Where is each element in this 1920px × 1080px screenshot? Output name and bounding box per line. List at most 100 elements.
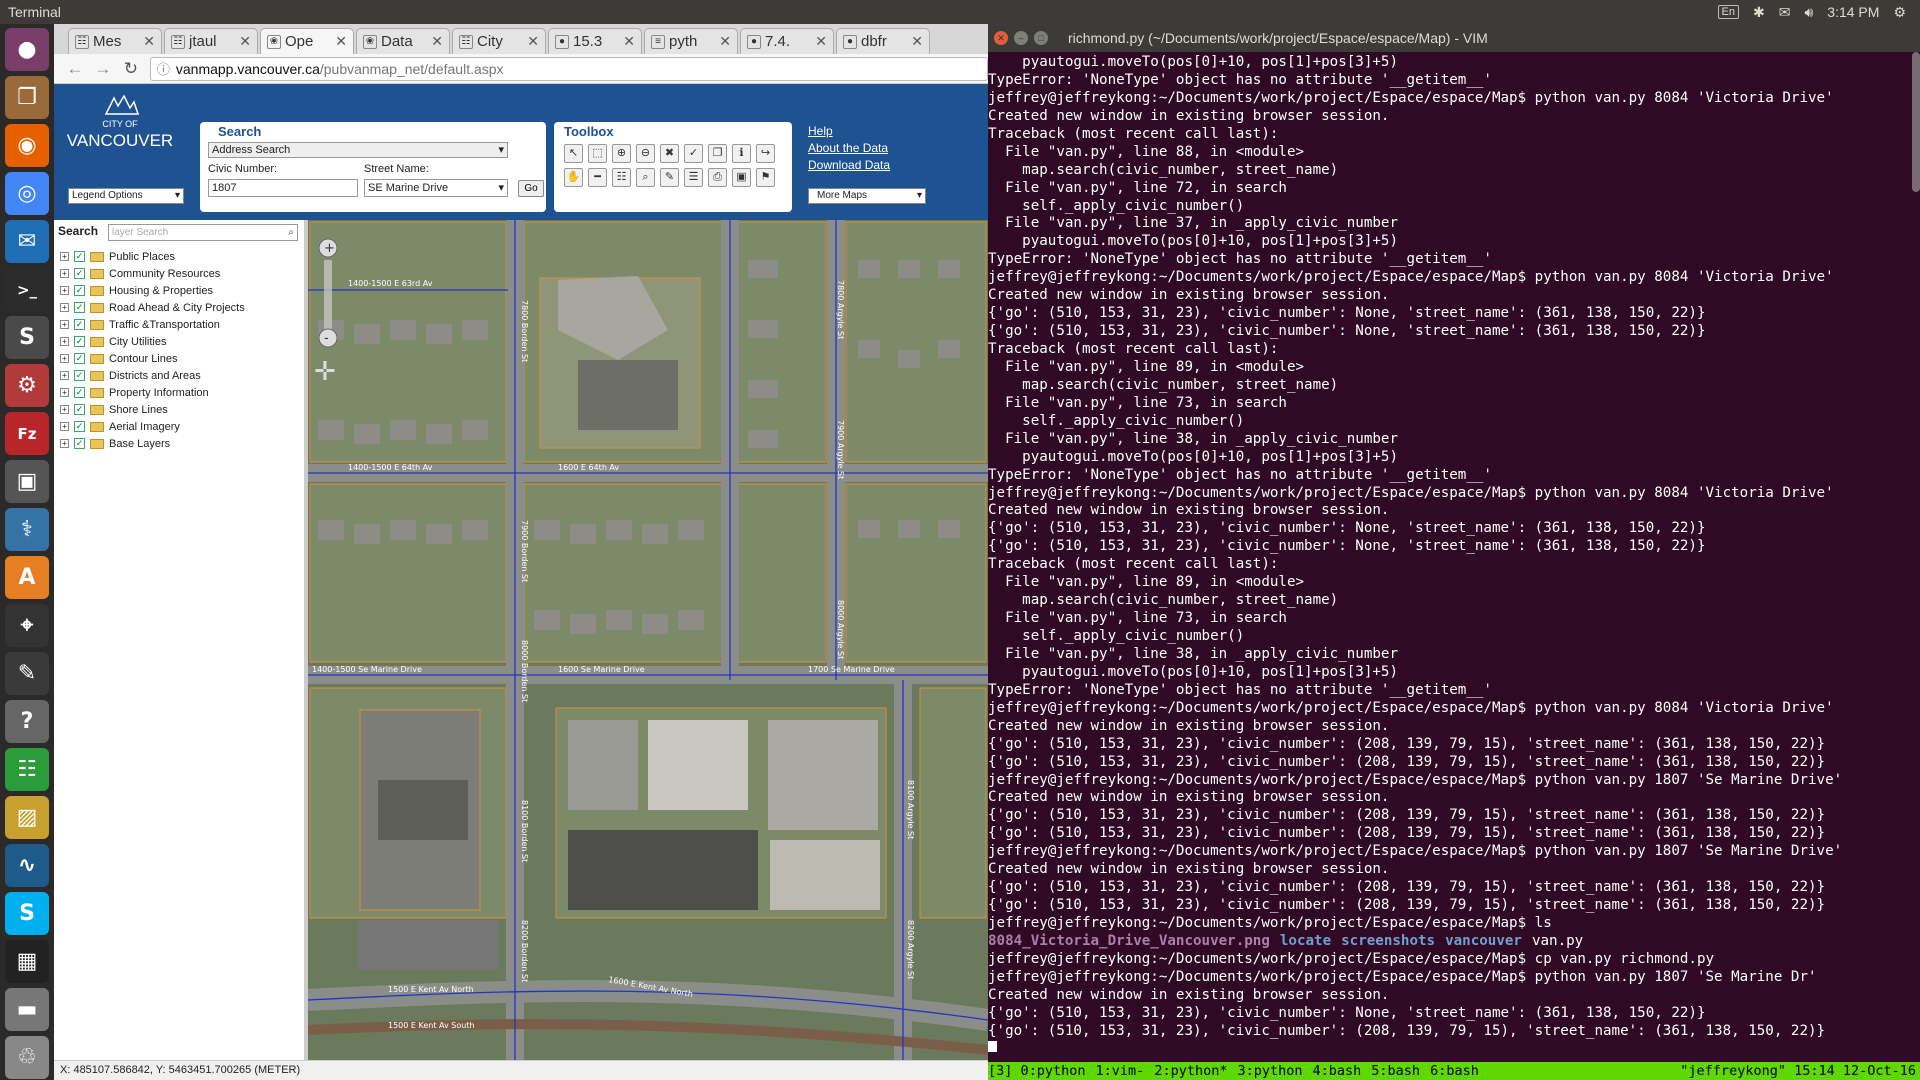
expand-plus-icon[interactable]: + [60,320,69,329]
layer-search-input[interactable]: layer Search ⌕ [108,224,298,241]
ubuntu-icon[interactable]: ● [5,28,49,71]
terminal-scrollbar[interactable] [1912,52,1920,192]
civic-number-input[interactable]: 1807 [208,179,358,197]
tab-close-icon[interactable]: ✕ [239,33,251,50]
zoom-box-icon[interactable]: ⬚ [588,144,607,163]
settings-icon[interactable]: ⚙ [5,364,49,407]
magnifier-icon[interactable]: ⌕ [288,225,294,240]
terminal-prompt-line[interactable] [988,1041,1920,1052]
download-data-link[interactable]: Download Data [808,158,890,172]
layer-item[interactable]: + ✓ City Utilities [60,335,245,348]
tab-close-icon[interactable]: ✕ [431,33,443,50]
layer-item[interactable]: + ✓ Base Layers [60,437,245,450]
address-bar[interactable]: ⓘ vanmapp.vancouver.ca/pubvanmap_net/def… [149,56,988,81]
sublime-icon[interactable]: S [5,316,49,359]
layer-checkbox[interactable]: ✓ [74,251,85,262]
table-icon[interactable]: ☷ [612,168,631,187]
copy-icon[interactable]: ❐ [708,144,727,163]
more-maps-select[interactable]: More Maps ▾ [808,188,926,204]
legend-options-select[interactable]: Legend Options ▾ [68,188,184,204]
software-icon[interactable]: A [5,556,49,599]
expand-plus-icon[interactable]: + [60,405,69,414]
aerial-map[interactable]: + - ✛ 1400-1500 E 63rd Av 1400-1500 E 64t… [308,220,988,1060]
tab-close-icon[interactable]: ✕ [911,33,923,50]
clock[interactable]: 3:14 PM [1827,4,1879,20]
tab-close-icon[interactable]: ✕ [719,33,731,50]
layer-item[interactable]: + ✓ Contour Lines [60,352,245,365]
writer-icon[interactable]: ✎ [5,652,49,695]
measure-icon[interactable]: ━ [588,168,607,187]
layer-checkbox[interactable]: ✓ [74,421,85,432]
print-icon[interactable]: ⎙ [708,168,727,187]
forward-arrow-icon[interactable]: → [94,59,112,79]
redline-icon[interactable]: ↪ [756,144,775,163]
info-icon[interactable]: ℹ [732,144,751,163]
search-icon[interactable]: ⌕ [636,168,655,187]
layer-item[interactable]: + ✓ Traffic &Transportation [60,318,245,331]
terminal-icon[interactable]: >_ [5,268,49,311]
browser-tab[interactable]: ❀ Data ✕ [356,28,450,54]
filezilla-icon[interactable]: Fz [5,412,49,455]
tab-close-icon[interactable]: ✕ [335,33,347,50]
identify-icon[interactable]: ✓ [684,144,703,163]
layer-item[interactable]: + ✓ Property Information [60,386,245,399]
layer-checkbox[interactable]: ✓ [74,285,85,296]
help-link[interactable]: Help [808,124,890,138]
mail-icon[interactable]: ✉ [1779,4,1791,21]
layer-item[interactable]: + ✓ Public Places [60,250,245,263]
terminal-output[interactable]: pyautogui.moveTo(pos[0]+10, pos[1]+pos[3… [988,52,1920,1052]
tmux-window-tab[interactable]: 3:python [1237,1062,1302,1080]
maximize-icon[interactable]: □ [1034,31,1048,45]
layer-item[interactable]: + ✓ Aerial Imagery [60,420,245,433]
layer-item[interactable]: + ✓ Road Ahead & City Projects [60,301,245,314]
browser-tab[interactable]: ☷ jtaul ✕ [164,28,258,54]
browser-tab[interactable]: ● dbfr ✕ [836,28,930,54]
browser-tab[interactable]: ❀ Ope ✕ [260,28,354,54]
expand-plus-icon[interactable]: + [60,439,69,448]
expand-plus-icon[interactable]: + [60,354,69,363]
workspace-icon[interactable]: ▦ [5,940,49,983]
firefox-icon[interactable]: ◉ [5,124,49,167]
trash-icon[interactable]: ♲ [5,1036,49,1079]
layer-checkbox[interactable]: ✓ [74,370,85,381]
spreadsheet-icon[interactable]: ☷ [5,748,49,791]
browser-tab[interactable]: ≡ pyth ✕ [644,28,738,54]
street-name-combobox[interactable]: SE Marine Drive ▾ [364,179,508,197]
back-arrow-icon[interactable]: ← [66,59,84,79]
screenshot-icon[interactable]: ⌖ [5,604,49,647]
tmux-window-tab[interactable]: [3] 0:python [988,1062,1086,1080]
layer-checkbox[interactable]: ✓ [74,336,85,347]
keyboard-layout-indicator[interactable]: En [1717,5,1739,19]
browser-tab[interactable]: ☷ City ✕ [452,28,546,54]
skype-icon[interactable]: S [5,892,49,935]
drive-icon[interactable]: ▬ [5,988,49,1031]
tab-close-icon[interactable]: ✕ [527,33,539,50]
info-icon[interactable]: ⓘ [157,59,170,78]
expand-plus-icon[interactable]: + [60,337,69,346]
expand-plus-icon[interactable]: + [60,303,69,312]
tab-close-icon[interactable]: ✕ [815,33,827,50]
python-icon[interactable]: ⚕ [5,508,49,551]
close-icon[interactable]: ✕ [994,31,1008,45]
browser-tab[interactable]: ● 15.3 ✕ [548,28,642,54]
expand-plus-icon[interactable]: + [60,422,69,431]
expand-plus-icon[interactable]: + [60,388,69,397]
city-of-vancouver-logo[interactable]: CITY OF VANCOUVER [66,94,174,154]
about-the-data-link[interactable]: About the Data [808,141,890,155]
export-icon[interactable]: ▣ [732,168,751,187]
select-arrow-icon[interactable]: ↖ [564,144,583,163]
expand-plus-icon[interactable]: + [60,371,69,380]
expand-plus-icon[interactable]: + [60,269,69,278]
layer-item[interactable]: + ✓ Housing & Properties [60,284,245,297]
layer-checkbox[interactable]: ✓ [74,438,85,449]
pan-hand-icon[interactable]: ✋ [564,168,583,187]
expand-plus-icon[interactable]: + [60,252,69,261]
legend-icon[interactable]: ⚑ [756,168,775,187]
tmux-window-tab[interactable]: 1:vim- [1096,1062,1145,1080]
zoom-out-icon[interactable]: ⊖ [636,144,655,163]
plot-icon[interactable]: ∿ [5,844,49,887]
tab-close-icon[interactable]: ✕ [143,33,155,50]
help-icon[interactable]: ? [5,700,49,743]
minimize-icon[interactable]: – [1014,31,1028,45]
settings-gear-icon[interactable]: ⚙ [1893,4,1906,21]
